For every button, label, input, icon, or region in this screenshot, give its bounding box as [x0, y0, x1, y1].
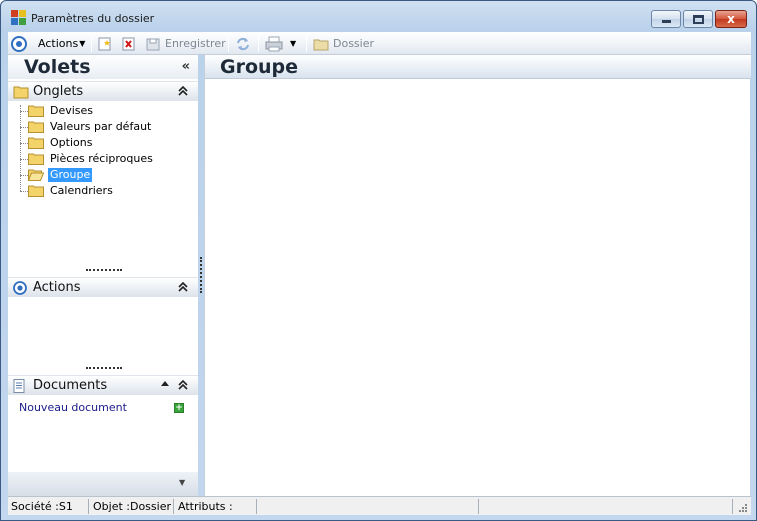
onglets-label: Onglets: [33, 84, 84, 99]
toolbar-separator: [306, 35, 307, 52]
panel-bottom-bar: ▼: [8, 472, 198, 496]
resize-grip-icon[interactable]: [738, 503, 747, 512]
main-header: Groupe: [205, 55, 751, 79]
new-document-icon: [98, 37, 111, 50]
folder-icon: [13, 86, 29, 99]
dossier-label: Dossier: [333, 37, 375, 50]
tree-item-groupe[interactable]: Groupe: [28, 167, 93, 183]
tree-item-pieces-reciproques[interactable]: Pièces réciproques: [28, 151, 155, 167]
open-folder-icon: [28, 169, 44, 181]
window-title: Paramètres du dossier: [31, 12, 155, 25]
print-icon: [265, 36, 283, 51]
tree-connector: [20, 105, 21, 191]
new-document-link[interactable]: Nouveau document: [19, 401, 127, 414]
save-label: Enregistrer: [165, 37, 226, 50]
status-objet: Objet :Dossier: [90, 499, 174, 514]
delete-button[interactable]: [122, 35, 136, 52]
documents-section-header[interactable]: Documents: [8, 375, 198, 395]
print-dropdown-icon[interactable]: ▼: [290, 39, 296, 48]
collapse-section-icon[interactable]: [178, 281, 188, 293]
maximize-icon: [693, 15, 704, 24]
main-content: Groupe: [204, 55, 751, 496]
status-bar: Société :S1 Objet :Dossier Attributs :: [8, 496, 751, 515]
left-panel: Volets « Onglets Devises Valeurs par déf…: [8, 55, 198, 496]
save-icon: [146, 38, 160, 50]
toolbar-separator: [91, 35, 92, 52]
close-icon: x: [727, 12, 735, 26]
maximize-button[interactable]: [683, 10, 713, 28]
print-button[interactable]: ▼: [265, 35, 296, 52]
onglets-section-header[interactable]: Onglets: [8, 81, 198, 101]
minimize-icon: [662, 20, 671, 23]
tree-item-label: Devises: [50, 104, 94, 117]
status-attributs: Attributs :: [175, 499, 257, 514]
tree-item-label: Calendriers: [50, 184, 113, 197]
folder-icon: [28, 121, 44, 133]
dropdown-arrow-icon: ▼: [79, 39, 86, 48]
folder-icon: [28, 105, 44, 117]
minimize-button[interactable]: [651, 10, 681, 28]
status-societe: Société :S1: [8, 499, 89, 514]
app-icon: [11, 10, 27, 26]
dossier-button[interactable]: Dossier: [313, 35, 374, 52]
collapse-panel-button[interactable]: «: [182, 59, 190, 74]
status-empty-cell: [480, 499, 733, 514]
add-icon[interactable]: +: [174, 403, 184, 413]
collapse-section-icon[interactable]: [178, 85, 188, 97]
tree-item-options[interactable]: Options: [28, 135, 94, 151]
actions-menu-button[interactable]: Actions ▼: [38, 35, 85, 52]
tree-item-label: Groupe: [48, 168, 93, 182]
vertical-splitter[interactable]: [200, 257, 202, 293]
new-button[interactable]: [98, 35, 112, 52]
status-empty-cell: [258, 499, 479, 514]
tree-item-label: Options: [50, 136, 93, 149]
folder-icon: [28, 153, 44, 165]
save-button[interactable]: Enregistrer: [146, 35, 226, 52]
page-title: Groupe: [220, 56, 299, 78]
refresh-button[interactable]: [235, 35, 251, 52]
refresh-icon: [237, 37, 249, 50]
collapse-section-icon[interactable]: [178, 379, 188, 391]
documents-section-label: Documents: [33, 378, 108, 393]
actions-target-icon[interactable]: [11, 35, 27, 52]
expand-down-icon[interactable]: ▼: [179, 478, 185, 487]
volets-title: Volets: [24, 56, 91, 78]
document-icon: [13, 379, 25, 393]
toolbar: Actions ▼ Enregistrer ▼ Dossier: [8, 32, 751, 55]
tree-item-valeurs-par-defaut[interactable]: Valeurs par défaut: [28, 119, 153, 135]
close-button[interactable]: x: [715, 10, 747, 28]
actions-section-label: Actions: [33, 280, 81, 295]
section-splitter[interactable]: [86, 269, 122, 272]
title-bar: Paramètres du dossier x: [1, 1, 756, 33]
volets-header: Volets «: [8, 55, 198, 79]
tree-item-label: Pièces réciproques: [50, 152, 153, 165]
actions-section-header[interactable]: Actions: [8, 277, 198, 297]
delete-icon: [122, 37, 135, 50]
application-window: Paramètres du dossier x Actions ▼ Enregi…: [0, 0, 757, 521]
tree-item-label: Valeurs par défaut: [50, 120, 152, 133]
folder-icon: [313, 39, 329, 50]
folder-icon: [28, 185, 44, 197]
actions-menu-label: Actions: [38, 37, 79, 50]
collapse-up-icon[interactable]: [160, 379, 170, 389]
toolbar-separator: [258, 35, 259, 52]
folder-icon: [28, 137, 44, 149]
section-splitter[interactable]: [86, 367, 122, 370]
toolbar-separator: [228, 35, 229, 52]
target-icon: [13, 281, 27, 295]
tree-item-devises[interactable]: Devises: [28, 103, 95, 119]
tree-item-calendriers[interactable]: Calendriers: [28, 183, 115, 199]
